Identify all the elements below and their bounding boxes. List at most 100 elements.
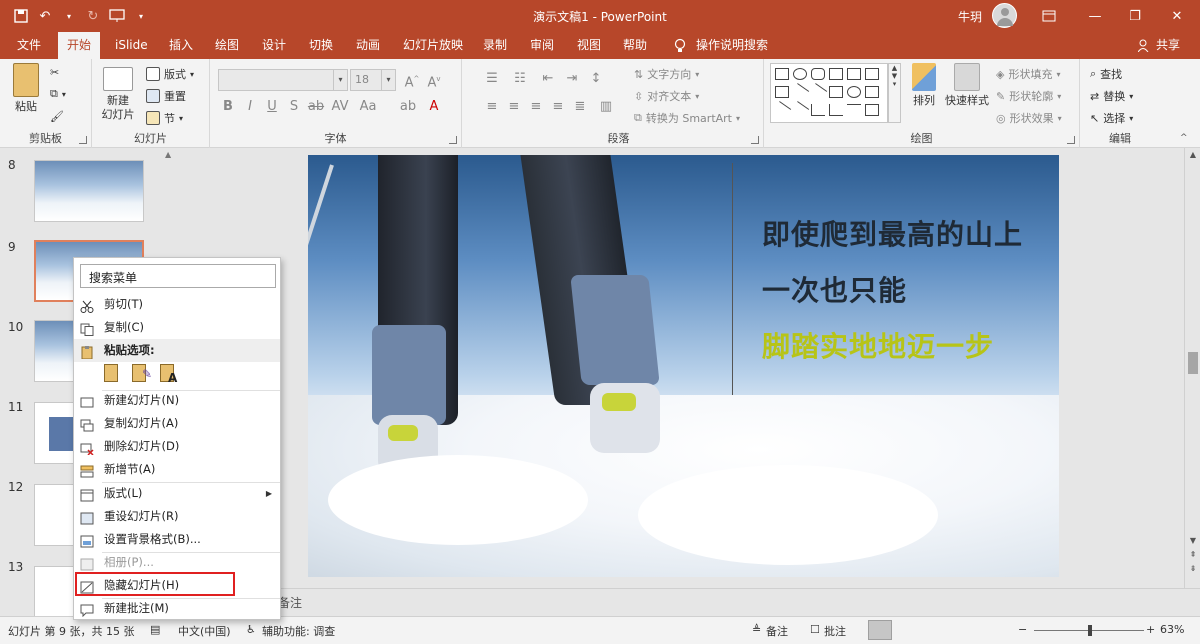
- comments-toggle[interactable]: 批注: [824, 623, 846, 639]
- font-name-combo[interactable]: ▾: [218, 69, 348, 91]
- shapes-scroll[interactable]: ▲ ▼ ▾: [888, 63, 901, 123]
- close-icon[interactable]: ✕: [1154, 0, 1200, 32]
- tab-transitions[interactable]: 切换: [300, 32, 342, 59]
- rounded-rect-shape-icon[interactable]: [811, 68, 825, 80]
- tab-design[interactable]: 设计: [253, 32, 295, 59]
- next-slide-icon[interactable]: ⇟: [1185, 564, 1200, 573]
- numbering-icon[interactable]: ☷: [510, 69, 530, 89]
- distributed-icon[interactable]: ≣: [570, 97, 590, 117]
- italic-icon[interactable]: I: [240, 97, 260, 117]
- change-case-icon[interactable]: Aa: [358, 97, 378, 117]
- paragraph-launcher-icon[interactable]: [751, 136, 759, 144]
- arrange-button[interactable]: 排列: [906, 63, 942, 108]
- square-shape-icon[interactable]: [829, 68, 843, 80]
- line-spacing-icon[interactable]: ↕: [586, 69, 606, 89]
- drawing-launcher-icon[interactable]: [1067, 136, 1075, 144]
- notes-pane[interactable]: 备注: [180, 588, 1200, 616]
- section-button[interactable]: 节 ▾: [146, 109, 183, 127]
- menu-item-layout[interactable]: 版式(L) ▶: [74, 482, 280, 505]
- smartart-button[interactable]: ⧉ 转换为 SmartArt ▾: [634, 109, 740, 127]
- tab-slideshow[interactable]: 幻灯片放映: [394, 32, 472, 59]
- increase-indent-icon[interactable]: ⇥: [562, 69, 582, 89]
- language-status[interactable]: 中文(中国): [178, 623, 231, 639]
- copy-button[interactable]: ⧉ ▾: [50, 85, 66, 103]
- shape-outline-button[interactable]: ✎ 形状轮廓 ▾: [996, 87, 1061, 105]
- grow-font-icon[interactable]: A^: [402, 69, 422, 90]
- align-right-icon[interactable]: ≡: [526, 97, 546, 117]
- decrease-indent-icon[interactable]: ⇤: [538, 69, 558, 89]
- accessibility-icon[interactable]: ♿: [246, 623, 256, 636]
- menu-item-add-section[interactable]: 新增节(A): [74, 458, 280, 481]
- curve-shape-icon[interactable]: [847, 104, 861, 116]
- reading-view-icon[interactable]: [940, 620, 964, 640]
- search-menu-input[interactable]: 搜索菜单: [80, 264, 276, 288]
- share-button[interactable]: 共享: [1156, 32, 1180, 59]
- tab-animations[interactable]: 动画: [347, 32, 389, 59]
- spellcheck-icon[interactable]: ▤: [150, 623, 160, 636]
- rectangle-shape-icon[interactable]: [775, 68, 789, 80]
- user-name[interactable]: 牛玥: [958, 8, 982, 25]
- zoom-out-icon[interactable]: −: [1018, 623, 1027, 636]
- elbow-shape-icon[interactable]: [811, 104, 825, 116]
- scroll-thumb[interactable]: [1188, 352, 1198, 374]
- elbow2-shape-icon[interactable]: [829, 104, 843, 116]
- align-text-button[interactable]: ⇳ 对齐文本 ▾: [634, 87, 699, 105]
- paste-use-destination-icon[interactable]: [102, 361, 124, 387]
- zoom-level[interactable]: 63%: [1160, 623, 1184, 636]
- text-direction-button[interactable]: ⇅ 文字方向 ▾: [634, 65, 699, 83]
- textbox-shape-icon[interactable]: [865, 68, 879, 80]
- tab-file[interactable]: 文件: [8, 32, 50, 59]
- line-shape-icon[interactable]: [790, 83, 810, 101]
- scroll-down-icon[interactable]: ▼: [1185, 536, 1200, 545]
- menu-item-new-slide[interactable]: 新建幻灯片(N): [74, 389, 280, 412]
- slide-thumbnail-8[interactable]: [34, 160, 144, 222]
- scroll-up-icon[interactable]: ▲: [1185, 150, 1200, 159]
- textbox-a-shape-icon[interactable]: [775, 86, 789, 98]
- tab-record[interactable]: 录制: [474, 32, 516, 59]
- tell-me-search[interactable]: 操作说明搜索: [696, 32, 768, 59]
- callout-shape-icon[interactable]: [847, 68, 861, 80]
- tab-draw[interactable]: 绘图: [206, 32, 248, 59]
- text-shadow-icon[interactable]: S: [284, 97, 304, 117]
- circle-shape-icon[interactable]: [847, 86, 861, 98]
- shape-effects-button[interactable]: ◎ 形状效果 ▾: [996, 109, 1062, 127]
- ribbon-display-options-icon[interactable]: [1026, 0, 1072, 32]
- shape-fill-button[interactable]: ◈ 形状填充 ▾: [996, 65, 1060, 83]
- columns-icon[interactable]: ▥: [596, 97, 616, 117]
- restore-icon[interactable]: ❐: [1112, 0, 1158, 32]
- scroll-up-icon[interactable]: ▲: [165, 150, 175, 160]
- menu-item-new-comment[interactable]: 新建批注(M): [74, 597, 280, 620]
- diag-arrow-shape-icon[interactable]: [790, 101, 810, 119]
- notes-toggle[interactable]: 备注: [766, 623, 788, 639]
- accessibility-status[interactable]: 辅助功能: 调查: [262, 623, 335, 639]
- menu-item-format-background[interactable]: 设置背景格式(B)...: [74, 528, 280, 551]
- cut-button[interactable]: ✂: [50, 63, 59, 81]
- menu-item-cut[interactable]: 剪切(T): [74, 293, 280, 316]
- menu-item-duplicate-slide[interactable]: 复制幻灯片(A): [74, 412, 280, 435]
- char-spacing-icon[interactable]: AV: [330, 97, 350, 117]
- paste-button[interactable]: 粘贴: [8, 63, 44, 114]
- new-slide-button[interactable]: 新建 幻灯片: [96, 63, 140, 122]
- tab-view[interactable]: 视图: [568, 32, 610, 59]
- strikethrough-icon[interactable]: ab: [306, 97, 326, 117]
- menu-item-reset-slide[interactable]: 重设幻灯片(R): [74, 505, 280, 528]
- align-center-icon[interactable]: ≡: [504, 97, 524, 117]
- notes-icon[interactable]: ≜: [752, 623, 761, 636]
- tab-help[interactable]: 帮助: [614, 32, 656, 59]
- slide-scrollbar[interactable]: ▲ ▼ ⇞ ⇟: [1184, 148, 1200, 588]
- clipboard-launcher-icon[interactable]: [79, 136, 87, 144]
- prev-slide-icon[interactable]: ⇞: [1185, 550, 1200, 559]
- shrink-font-icon[interactable]: Av: [424, 69, 444, 90]
- oval-shape-icon[interactable]: [793, 68, 807, 80]
- font-launcher-icon[interactable]: [449, 136, 457, 144]
- bold-icon[interactable]: B: [218, 97, 238, 117]
- diag-line-shape-icon[interactable]: [772, 101, 792, 119]
- justify-icon[interactable]: ≡: [548, 97, 568, 117]
- comments-icon[interactable]: ☐: [810, 623, 820, 636]
- bullets-icon[interactable]: ☰: [482, 69, 502, 89]
- rect2-shape-icon[interactable]: [829, 86, 843, 98]
- select-button[interactable]: ↖ 选择 ▾: [1090, 109, 1133, 127]
- paste-text-only-icon[interactable]: A: [158, 361, 180, 387]
- font-color-icon[interactable]: A: [424, 97, 444, 117]
- replace-button[interactable]: ⇄ 替换 ▾: [1090, 87, 1133, 105]
